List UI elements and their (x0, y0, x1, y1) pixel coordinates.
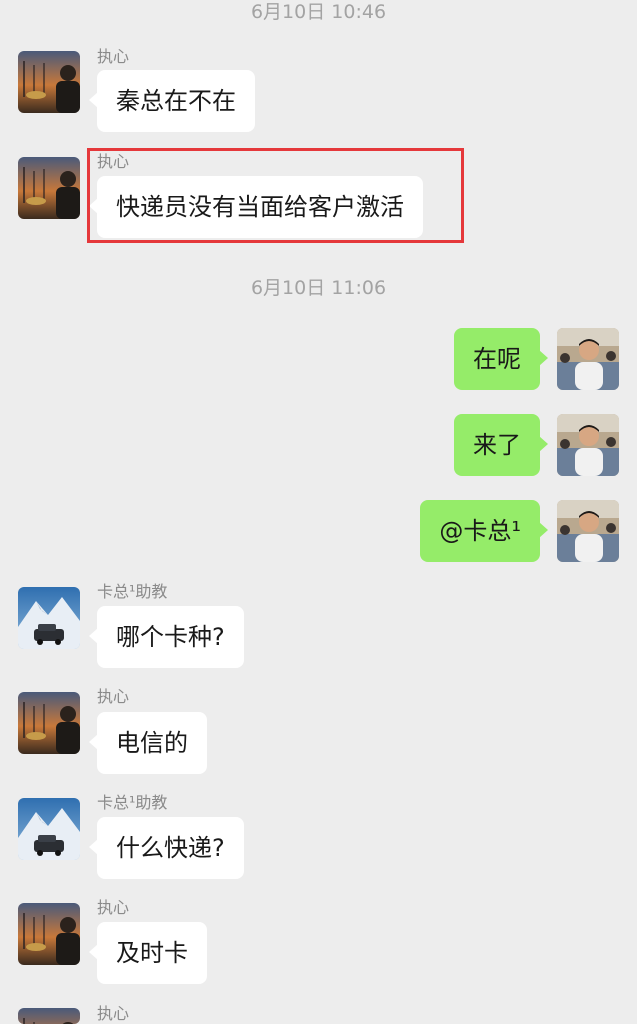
timestamp: 6月10日 10:46 (250, 1, 387, 23)
red-highlight-box (87, 148, 464, 243)
sender-name: 执心 (97, 898, 130, 917)
snow-mountain-car-avatar[interactable] (18, 798, 80, 860)
outgoing-message-bubble[interactable]: @卡总¹ (420, 500, 548, 562)
classroom-portrait-avatar[interactable] (557, 414, 619, 476)
sender-name: 执心 (97, 687, 130, 706)
classroom-portrait-avatar[interactable] (557, 500, 619, 562)
sender-name: 卡总¹助教 (97, 793, 168, 812)
snow-mountain-car-image (18, 587, 80, 649)
incoming-message-bubble[interactable]: 电信的 (89, 712, 207, 774)
sunset-portrait-image (18, 692, 80, 754)
classroom-portrait-image (557, 328, 619, 390)
sunset-portrait-image (18, 51, 80, 113)
sunset-portrait-avatar[interactable] (18, 903, 80, 965)
incoming-message-bubble[interactable]: 及时卡 (89, 922, 207, 984)
sender-name: 执心 (97, 1004, 130, 1023)
sunset-portrait-avatar[interactable] (18, 51, 80, 113)
outgoing-message-bubble[interactable]: 在呢 (454, 328, 548, 390)
snow-mountain-car-avatar[interactable] (18, 587, 80, 649)
incoming-message-bubble[interactable]: 哪个卡种? (89, 606, 244, 668)
sunset-portrait-avatar[interactable] (18, 1008, 80, 1024)
sender-name: 卡总¹助教 (97, 582, 168, 601)
sunset-portrait-image (18, 903, 80, 965)
classroom-portrait-avatar[interactable] (557, 328, 619, 390)
classroom-portrait-image (557, 414, 619, 476)
sunset-portrait-image (18, 157, 80, 219)
incoming-message-bubble[interactable]: 什么快递? (89, 817, 244, 879)
sunset-portrait-image (18, 1008, 80, 1024)
chat-message-list[interactable]: 6月10日 10:46 执心 秦总在不在 执心 快递员没有当面给客户激活 6月1… (0, 0, 637, 1024)
outgoing-message-bubble[interactable]: 来了 (454, 414, 548, 476)
sunset-portrait-avatar[interactable] (18, 692, 80, 754)
sunset-portrait-avatar[interactable] (18, 157, 80, 219)
snow-mountain-car-image (18, 798, 80, 860)
classroom-portrait-image (557, 500, 619, 562)
timestamp: 6月10日 11:06 (250, 277, 387, 299)
sender-name: 执心 (97, 47, 130, 66)
incoming-message-bubble[interactable]: 秦总在不在 (89, 70, 255, 132)
